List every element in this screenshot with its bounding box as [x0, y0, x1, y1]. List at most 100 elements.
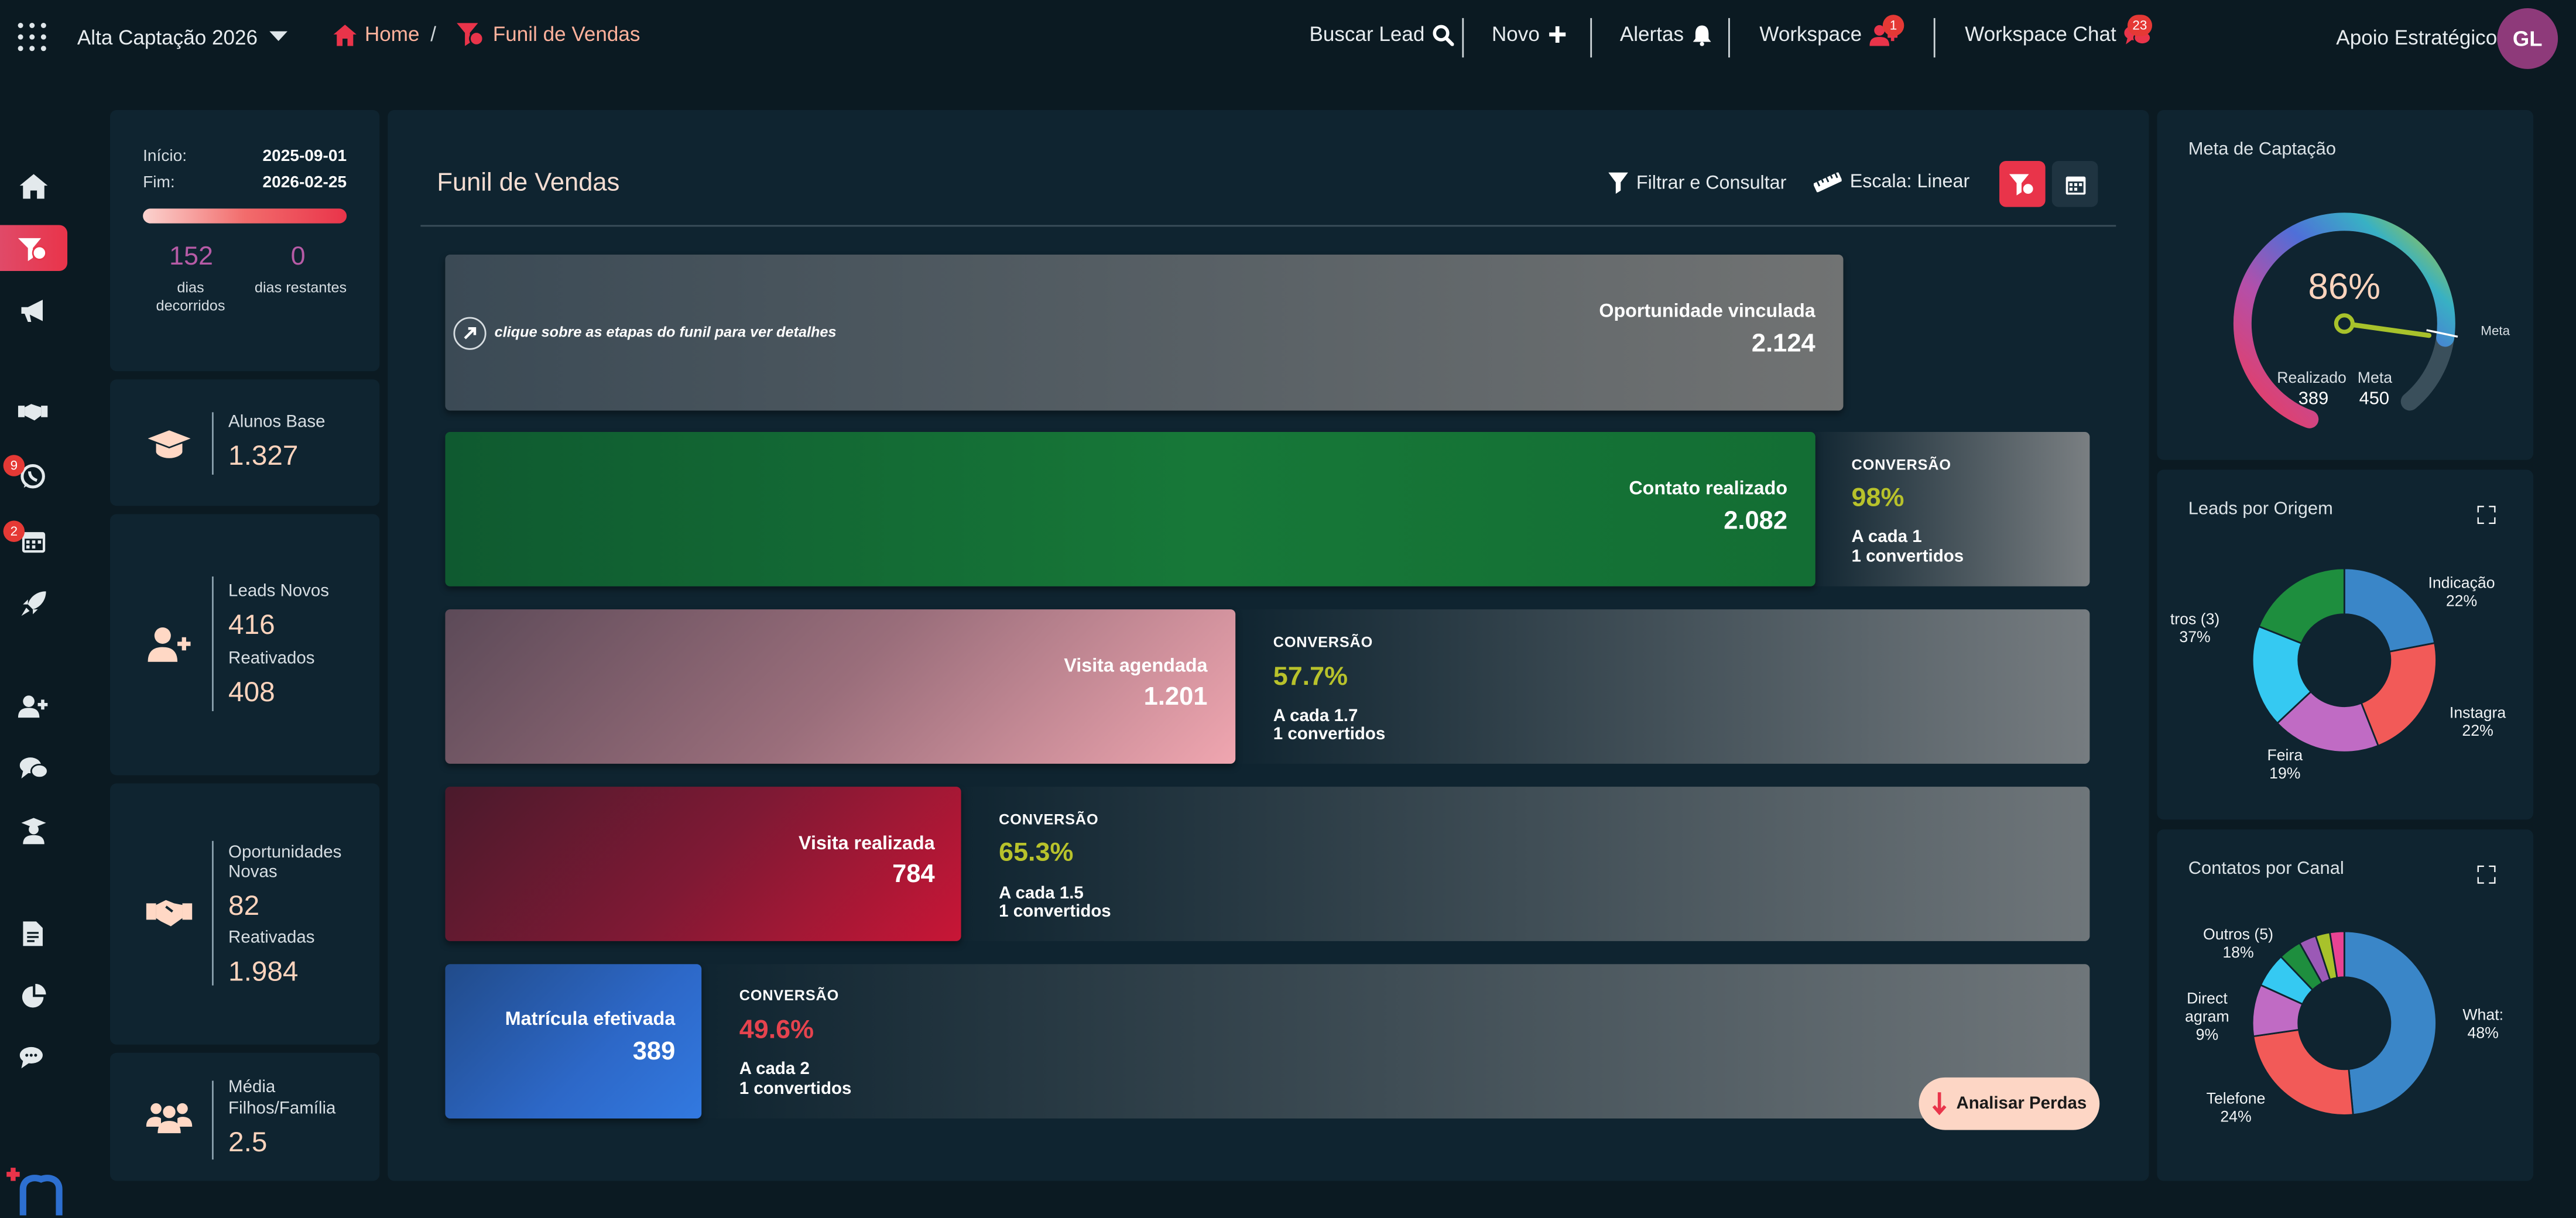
funnel-stage-visit-scheduled[interactable]	[445, 609, 1236, 764]
graduate-icon	[20, 818, 46, 845]
slice-label: What: 48%	[2462, 1007, 2504, 1043]
filter-icon	[1608, 172, 1628, 194]
conversion-ratio: A cada 1.7	[1273, 706, 1358, 726]
opportunities-card[interactable]: Oportunidades Novas 82 Reativadas 1.984	[110, 783, 380, 1045]
conversion-converted: 1 convertidos	[739, 1079, 852, 1099]
analyze-losses-button[interactable]: Analisar Perdas	[1919, 1077, 2100, 1130]
rocket-icon	[20, 590, 46, 615]
slice-label: Outros (5) 18%	[2203, 926, 2274, 963]
filter-button[interactable]: Filtrar e Consultar	[1608, 172, 1787, 194]
filter-label: Filtrar e Consultar	[1636, 173, 1787, 193]
chat-icon	[19, 757, 47, 779]
leads-reactivated-value: 408	[228, 677, 275, 708]
stage-value: 2.082	[1724, 507, 1788, 536]
stage-name: Contato realizado	[1629, 479, 1788, 500]
divider	[211, 1080, 214, 1160]
new-label: Novo	[1491, 23, 1540, 46]
arrow-down-icon	[1932, 1092, 1946, 1116]
students-card[interactable]: Alunos Base 1.327	[110, 379, 380, 506]
leads-origin-card: Leads por Origem Indicação 22% Instagra 22…	[2157, 469, 2534, 820]
sidebar-item-messages[interactable]	[13, 749, 52, 788]
sidebar-item-funnel[interactable]	[13, 228, 52, 267]
support-chat-icon	[19, 1047, 43, 1069]
breadcrumb-home[interactable]: Home	[333, 23, 420, 46]
slice-label: Feira 19%	[2267, 747, 2303, 784]
funnel-stage-contact[interactable]	[445, 432, 1815, 586]
breadcrumb-current[interactable]: Funil de Vendas	[457, 23, 640, 46]
funnel-view-toggle[interactable]	[1999, 160, 2046, 207]
elapsed-days-value: 152	[169, 243, 213, 272]
gauge-percent: 86%	[2308, 266, 2381, 307]
scale-button[interactable]: Escala: Linear	[1813, 172, 1970, 193]
new-button[interactable]: Novo	[1492, 23, 1568, 46]
workspace-badge: 1	[1882, 15, 1904, 36]
stage-name: Oportunidade vinculada	[1599, 302, 1815, 322]
sidebar-item-analytics[interactable]	[13, 976, 52, 1015]
conversion-ratio: A cada 2	[739, 1059, 810, 1079]
sidebar-item-deals[interactable]	[13, 393, 52, 432]
realizado-label: Realizado	[2277, 369, 2347, 388]
sidebar-item-launch[interactable]	[13, 583, 52, 622]
donut-slice[interactable]	[2252, 1028, 2354, 1116]
sidebar-item-reports[interactable]	[13, 913, 52, 952]
home-icon	[19, 173, 47, 198]
calendar-view-toggle[interactable]	[2051, 160, 2098, 207]
stage-name: Visita agendada	[1064, 657, 1208, 677]
conversion-ratio: A cada 1.5	[999, 883, 1084, 904]
chevron-down-icon[interactable]	[269, 31, 288, 43]
donut-slice[interactable]	[2343, 567, 2436, 653]
calendar-badge: 2	[3, 520, 25, 543]
conversion-converted: 1 convertidos	[1851, 547, 1964, 567]
leads-reactivated-label: Reativados	[228, 649, 315, 669]
gauge-needle	[2342, 321, 2432, 338]
user-role[interactable]: Apoio Estratégico	[2336, 26, 2497, 49]
conversion-percent: 57.7%	[1273, 663, 1348, 692]
period-progress-fill	[143, 208, 347, 224]
workspace-button[interactable]: Workspace	[1759, 23, 1898, 46]
avatar[interactable]: GL	[2497, 8, 2558, 69]
divider	[1590, 18, 1592, 58]
analyze-losses-label: Analisar Perdas	[1956, 1093, 2087, 1114]
conversion-title: CONVERSÃO	[1851, 457, 1951, 474]
stage-value: 389	[632, 1038, 676, 1066]
add-user-icon	[148, 627, 191, 662]
campaign-selector[interactable]: Alta Captação 2026	[77, 26, 258, 49]
opportunities-reactivated-value: 1.984	[228, 956, 299, 987]
donut-slice[interactable]	[2258, 567, 2345, 644]
sidebar-item-new-lead[interactable]	[13, 687, 52, 726]
divider	[1728, 18, 1730, 58]
document-icon	[23, 920, 43, 945]
meta-value: 450	[2359, 389, 2390, 409]
sidebar-item-support[interactable]	[13, 1038, 52, 1077]
add-user-icon	[18, 695, 48, 718]
alerts-label: Alertas	[1619, 23, 1684, 46]
family-card[interactable]: Média Filhos/Família 2.5	[110, 1052, 380, 1181]
donut-slice[interactable]	[2343, 930, 2437, 1116]
sidebar-item-students[interactable]	[13, 811, 52, 850]
family-icon	[146, 1103, 193, 1134]
leads-card[interactable]: Leads Novos 416 Reativados 408	[110, 514, 380, 776]
sidebar-item-marketing[interactable]	[13, 291, 52, 330]
funnel-hint: clique sobre as etapas do funil para ver…	[494, 323, 837, 340]
conversion-band	[953, 787, 2090, 941]
slice-label: Instagra 22%	[2449, 704, 2506, 741]
workspace-label: Workspace	[1759, 23, 1862, 46]
graduate-cap-icon	[148, 430, 191, 458]
period-card: Início: 2025-09-01 Fim: 2026-02-25 152 d…	[110, 110, 380, 372]
megaphone-icon	[20, 299, 42, 321]
sidebar-item-home[interactable]	[13, 166, 52, 205]
bell-icon	[1693, 25, 1711, 46]
apps-grid-icon[interactable]	[16, 21, 47, 52]
contacts-channel-card: Contatos por Canal What: 48% Telefone 24% …	[2157, 829, 2534, 1181]
start-label: Início:	[143, 147, 187, 166]
search-lead-button[interactable]: Buscar Lead	[1309, 23, 1454, 46]
search-lead-label: Buscar Lead	[1309, 23, 1425, 46]
workspace-chat-button[interactable]: Workspace Chat	[1965, 23, 2151, 46]
breadcrumb-separator: /	[430, 23, 436, 46]
alerts-button[interactable]: Alertas	[1620, 23, 1712, 46]
leads-new-label: Leads Novos	[228, 581, 330, 602]
scale-label: Escala: Linear	[1849, 172, 1970, 193]
handshake-icon	[146, 900, 193, 927]
funnel-stage-visit-done[interactable]	[445, 787, 961, 941]
stage-value: 784	[892, 860, 935, 889]
